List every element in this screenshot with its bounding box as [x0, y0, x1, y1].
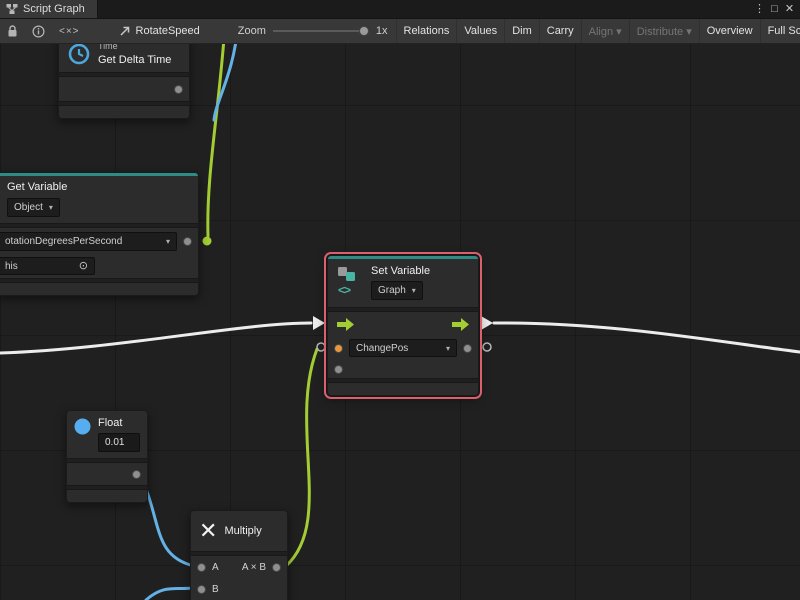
- tab-bar: Script Graph ⋮ □ ✕: [0, 0, 800, 19]
- carry-button[interactable]: Carry: [539, 19, 581, 43]
- dim-button[interactable]: Dim: [504, 19, 539, 43]
- delta-time-output-port[interactable]: [174, 85, 183, 94]
- port-label-b: B: [212, 584, 219, 595]
- values-button[interactable]: Values: [456, 19, 504, 43]
- variable-name-label: otationDegreesPerSecond: [5, 235, 122, 248]
- tab-title: Script Graph: [23, 3, 85, 15]
- node-set-variable[interactable]: <> Set Variable Graph ▾: [327, 255, 479, 396]
- variable-scope-dropdown[interactable]: Object ▾: [7, 198, 60, 217]
- chevron-down-icon: ▾: [412, 284, 416, 297]
- relations-button[interactable]: Relations: [396, 19, 457, 43]
- graph-name: RotateSpeed: [136, 25, 200, 37]
- flow-input-arrow[interactable]: [313, 316, 325, 330]
- variable-name-dropdown[interactable]: ChangePos ▾: [349, 339, 457, 357]
- script-graph-window: Script Graph ⋮ □ ✕ <×>: [0, 0, 800, 600]
- graph-icon: [6, 3, 18, 15]
- distribute-dropdown-button[interactable]: Distribute ▾: [629, 19, 699, 43]
- zoom-slider-track[interactable]: [273, 30, 369, 32]
- variable-scope-dropdown[interactable]: Graph ▾: [371, 281, 423, 300]
- wire-multiply-to-setvariable: [286, 349, 317, 566]
- multiply-input-a-port[interactable]: [197, 563, 206, 572]
- align-dropdown-button[interactable]: Align ▾: [581, 19, 629, 43]
- script-graph-asset-icon: [119, 25, 131, 37]
- extra-input-port[interactable]: [334, 365, 343, 374]
- value-output-ring[interactable]: [483, 343, 491, 351]
- tab-script-graph[interactable]: Script Graph: [0, 0, 98, 18]
- overview-button[interactable]: Overview: [699, 19, 760, 43]
- zoom-slider[interactable]: [273, 24, 369, 38]
- inspector-info-icon[interactable]: [25, 19, 52, 43]
- wire-bottom-to-multiply-b: [146, 588, 192, 600]
- zoom-slider-knob[interactable]: [359, 26, 369, 36]
- lock-icon[interactable]: [0, 19, 25, 43]
- node-footer: [67, 490, 147, 502]
- wire-blue-top: [214, 44, 238, 120]
- graph-toolbar: <×> RotateSpeed Zoom 1x Relations Values…: [0, 19, 800, 44]
- zoom-control: Zoom 1x: [230, 24, 396, 38]
- wire-flow-out: [494, 323, 800, 352]
- float-output-port[interactable]: [132, 470, 141, 479]
- close-icon[interactable]: ✕: [782, 0, 797, 18]
- window-controls: ⋮ □ ✕: [752, 0, 800, 18]
- float-icon: [73, 417, 92, 436]
- float-value-field[interactable]: 0.01: [98, 433, 140, 452]
- node-get-variable[interactable]: Get Variable Object ▾ otationDegreesPerS…: [0, 172, 199, 296]
- port-label-a: A: [212, 562, 219, 573]
- set-variable-icon: <>: [336, 265, 364, 301]
- multiply-icon: ✕: [199, 519, 217, 543]
- get-variable-output-port[interactable]: [183, 237, 192, 246]
- flow-output-port[interactable]: [452, 318, 469, 331]
- node-title: Get Delta Time: [98, 54, 171, 67]
- code-icon: <>: [338, 283, 350, 297]
- value-output-port[interactable]: [463, 344, 472, 353]
- wire-flow-in: [0, 323, 311, 353]
- node-footer: [59, 106, 189, 118]
- object-target-label: his: [5, 260, 18, 273]
- object-target-field[interactable]: his ⊙: [0, 257, 95, 275]
- graph-canvas[interactable]: Time Get Delta Time Get Variable Object …: [0, 44, 800, 600]
- kebab-menu-icon[interactable]: ⋮: [752, 0, 767, 18]
- node-surtitle: Time: [98, 44, 118, 51]
- flow-output-arrow[interactable]: [481, 316, 493, 330]
- multiply-input-b-port[interactable]: [197, 585, 206, 594]
- breadcrumb[interactable]: RotateSpeed: [111, 25, 208, 37]
- variable-name-label: ChangePos: [356, 342, 408, 355]
- node-multiply[interactable]: ✕ Multiply A A × B B: [190, 510, 288, 600]
- node-title: Multiply: [224, 525, 261, 538]
- node-title: Float: [98, 417, 122, 430]
- value-input-port[interactable]: [334, 344, 343, 353]
- object-picker-icon[interactable]: ⊙: [79, 260, 88, 273]
- zoom-value: 1x: [376, 25, 388, 37]
- toolbar-buttons: Relations Values Dim Carry Align ▾ Distr…: [396, 19, 800, 43]
- multiply-output-port[interactable]: [272, 563, 281, 572]
- scope-label: Graph: [378, 284, 406, 297]
- chevron-down-icon: ▾: [49, 201, 53, 214]
- wire-float-to-multiply-a: [140, 475, 194, 566]
- node-title: Set Variable: [371, 265, 430, 278]
- scope-label: Object: [14, 201, 43, 214]
- node-footer: [0, 283, 198, 295]
- wire-green-top: [208, 44, 225, 236]
- node-footer: [328, 383, 478, 395]
- node-title: Get Variable: [7, 181, 67, 194]
- flow-input-port[interactable]: [337, 318, 354, 331]
- chevron-down-icon: ▾: [446, 342, 450, 355]
- node-float[interactable]: Float 0.01: [66, 410, 148, 503]
- code-toggle-icon[interactable]: <×>: [52, 19, 87, 43]
- clock-icon: [67, 44, 91, 66]
- zoom-label: Zoom: [238, 25, 266, 37]
- green-port-dot[interactable]: [203, 237, 212, 246]
- chevron-down-icon: ▾: [166, 235, 170, 248]
- node-get-delta-time[interactable]: Time Get Delta Time: [58, 44, 190, 119]
- port-label-result: A × B: [242, 562, 266, 573]
- variable-name-dropdown[interactable]: otationDegreesPerSecond ▾: [0, 232, 177, 251]
- full-screen-button[interactable]: Full Screen: [760, 19, 800, 43]
- maximize-icon[interactable]: □: [767, 0, 782, 18]
- value-input-ring[interactable]: [317, 343, 325, 351]
